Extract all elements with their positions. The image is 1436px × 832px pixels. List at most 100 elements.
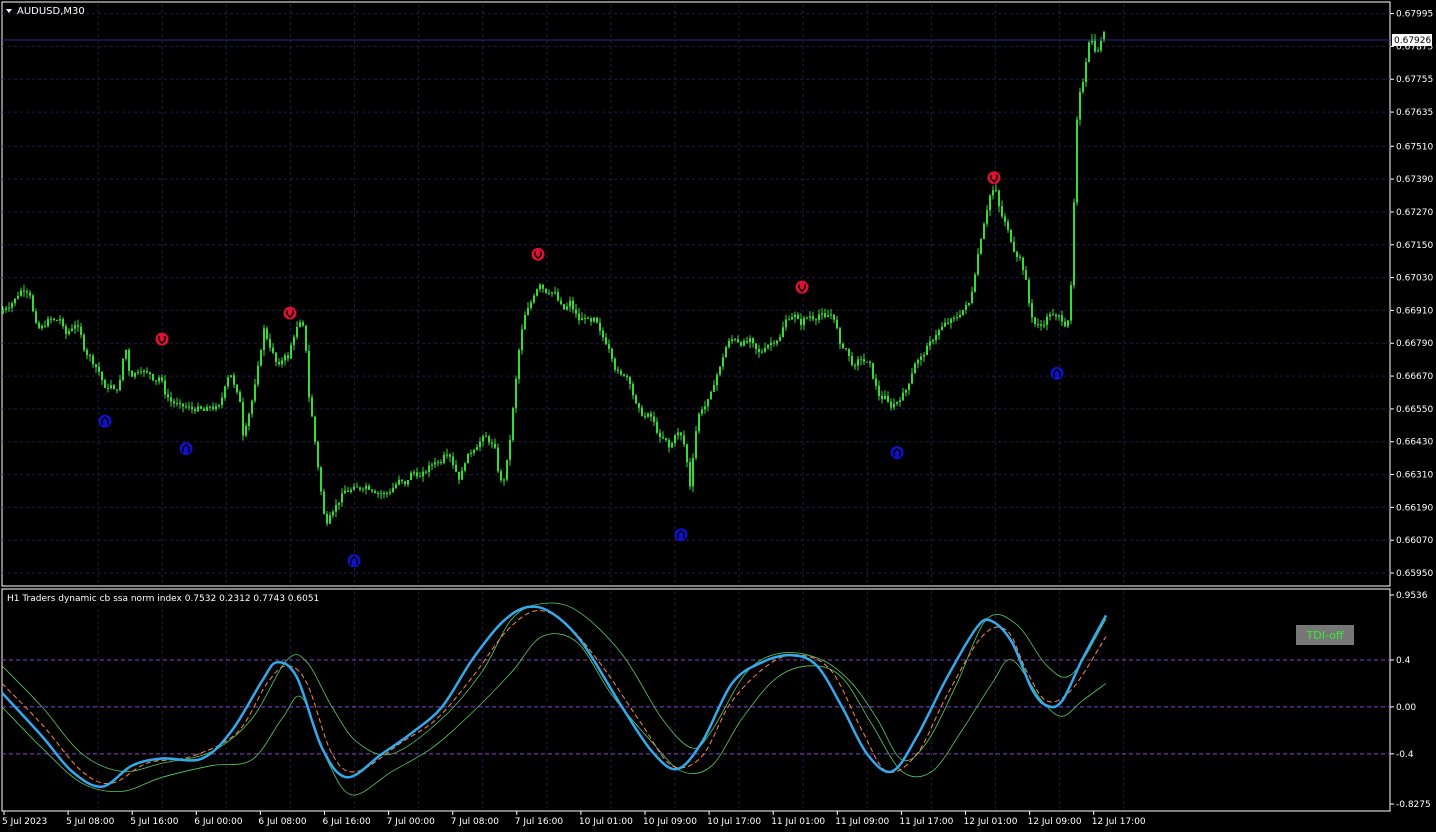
candle-body [452,456,454,465]
candle-body [317,441,319,468]
candle-body [329,515,331,524]
candle-body [695,431,697,458]
candle-body [512,408,514,440]
candle-body [593,317,595,322]
candle-body [896,401,898,404]
candle-body [326,513,328,524]
candle-body [623,374,625,376]
candle-body [620,370,622,375]
candle-body [155,380,157,382]
candle-body [59,319,61,321]
candle-body [809,316,811,318]
candle-body [32,295,34,312]
trading-chart[interactable]: 0.679950.678750.677550.676350.675100.673… [0,0,1436,832]
candle-body [1016,251,1018,258]
candle-body [959,314,961,318]
candle-body [74,325,76,329]
candle-body [1058,315,1060,317]
candle-body [746,340,748,343]
candle-body [968,302,970,305]
candle-body [713,385,715,392]
candle-body [29,292,31,296]
candle-body [539,284,541,290]
candle-body [89,355,91,357]
candle-body [689,462,691,487]
candle-body [755,343,757,349]
candle-body [791,317,793,320]
candle-body [1022,257,1024,271]
candle-body [470,452,472,454]
candle-body [725,347,727,358]
candle-body [590,318,592,322]
time-label: 11 Jul 09:00 [835,817,889,827]
candle-body [53,318,55,321]
candle-body [377,492,379,494]
candle-body [242,402,244,436]
candle-body [50,318,52,320]
buy-signal-icon [890,446,904,460]
candle-body [950,318,952,324]
candle-body [956,317,958,319]
candle-body [797,314,799,319]
candle-body [842,343,844,349]
candle-body [788,319,790,321]
candle-body [626,375,628,378]
time-label: 6 Jul 16:00 [323,817,372,827]
candle-body [245,425,247,436]
candle-body [536,289,538,296]
candle-body [491,442,493,444]
candle-body [554,292,556,294]
candle-body [296,326,298,337]
candle-body [548,292,550,294]
candle-body [1028,279,1030,304]
candle-body [941,326,943,331]
candle-body [698,413,700,432]
candle-body [599,322,601,331]
candle-body [350,489,352,492]
candle-body [881,395,883,400]
candle-body [362,488,364,490]
price-tick-label: 0.66430 [1396,438,1433,448]
candle-body [122,358,124,380]
candle-body [653,416,655,422]
candle-body [776,340,778,344]
candle-body [887,395,889,402]
candle-body [911,373,913,384]
candle-body [323,491,325,514]
candle-body [1043,324,1045,326]
candle-body [893,403,895,408]
price-tick-label: 0.67510 [1396,142,1433,152]
candle-body [359,487,361,490]
candle-body [416,472,418,477]
candle-body [125,349,127,359]
candle-body [1094,39,1096,52]
price-tick-label: 0.66310 [1396,471,1433,481]
candle-body [392,487,394,493]
candle-body [206,407,208,411]
candle-body [485,436,487,438]
candle-body [707,399,709,407]
candle-body [836,319,838,329]
candle-body [1040,324,1042,326]
candle-body [806,317,808,319]
candle-body [527,307,529,315]
candle-body [233,375,235,385]
candle-body [383,492,385,494]
price-tick-label: 0.66070 [1396,536,1433,546]
symbol-label: AUDUSD,M30 [17,6,85,17]
candle-body [308,350,310,398]
candle-body [890,401,892,408]
candle-body [677,432,679,436]
candle-body [1046,316,1048,325]
candle-body [488,436,490,443]
candle-body [1079,92,1081,120]
candle-body [659,432,661,437]
candle-body [848,348,850,356]
candle-body [236,384,238,393]
candle-body [56,320,58,322]
tdi-off-button-label[interactable]: TDI-off [1306,629,1344,642]
candle-body [983,223,985,240]
candle-body [944,322,946,327]
candle-body [290,344,292,359]
candle-body [722,357,724,367]
